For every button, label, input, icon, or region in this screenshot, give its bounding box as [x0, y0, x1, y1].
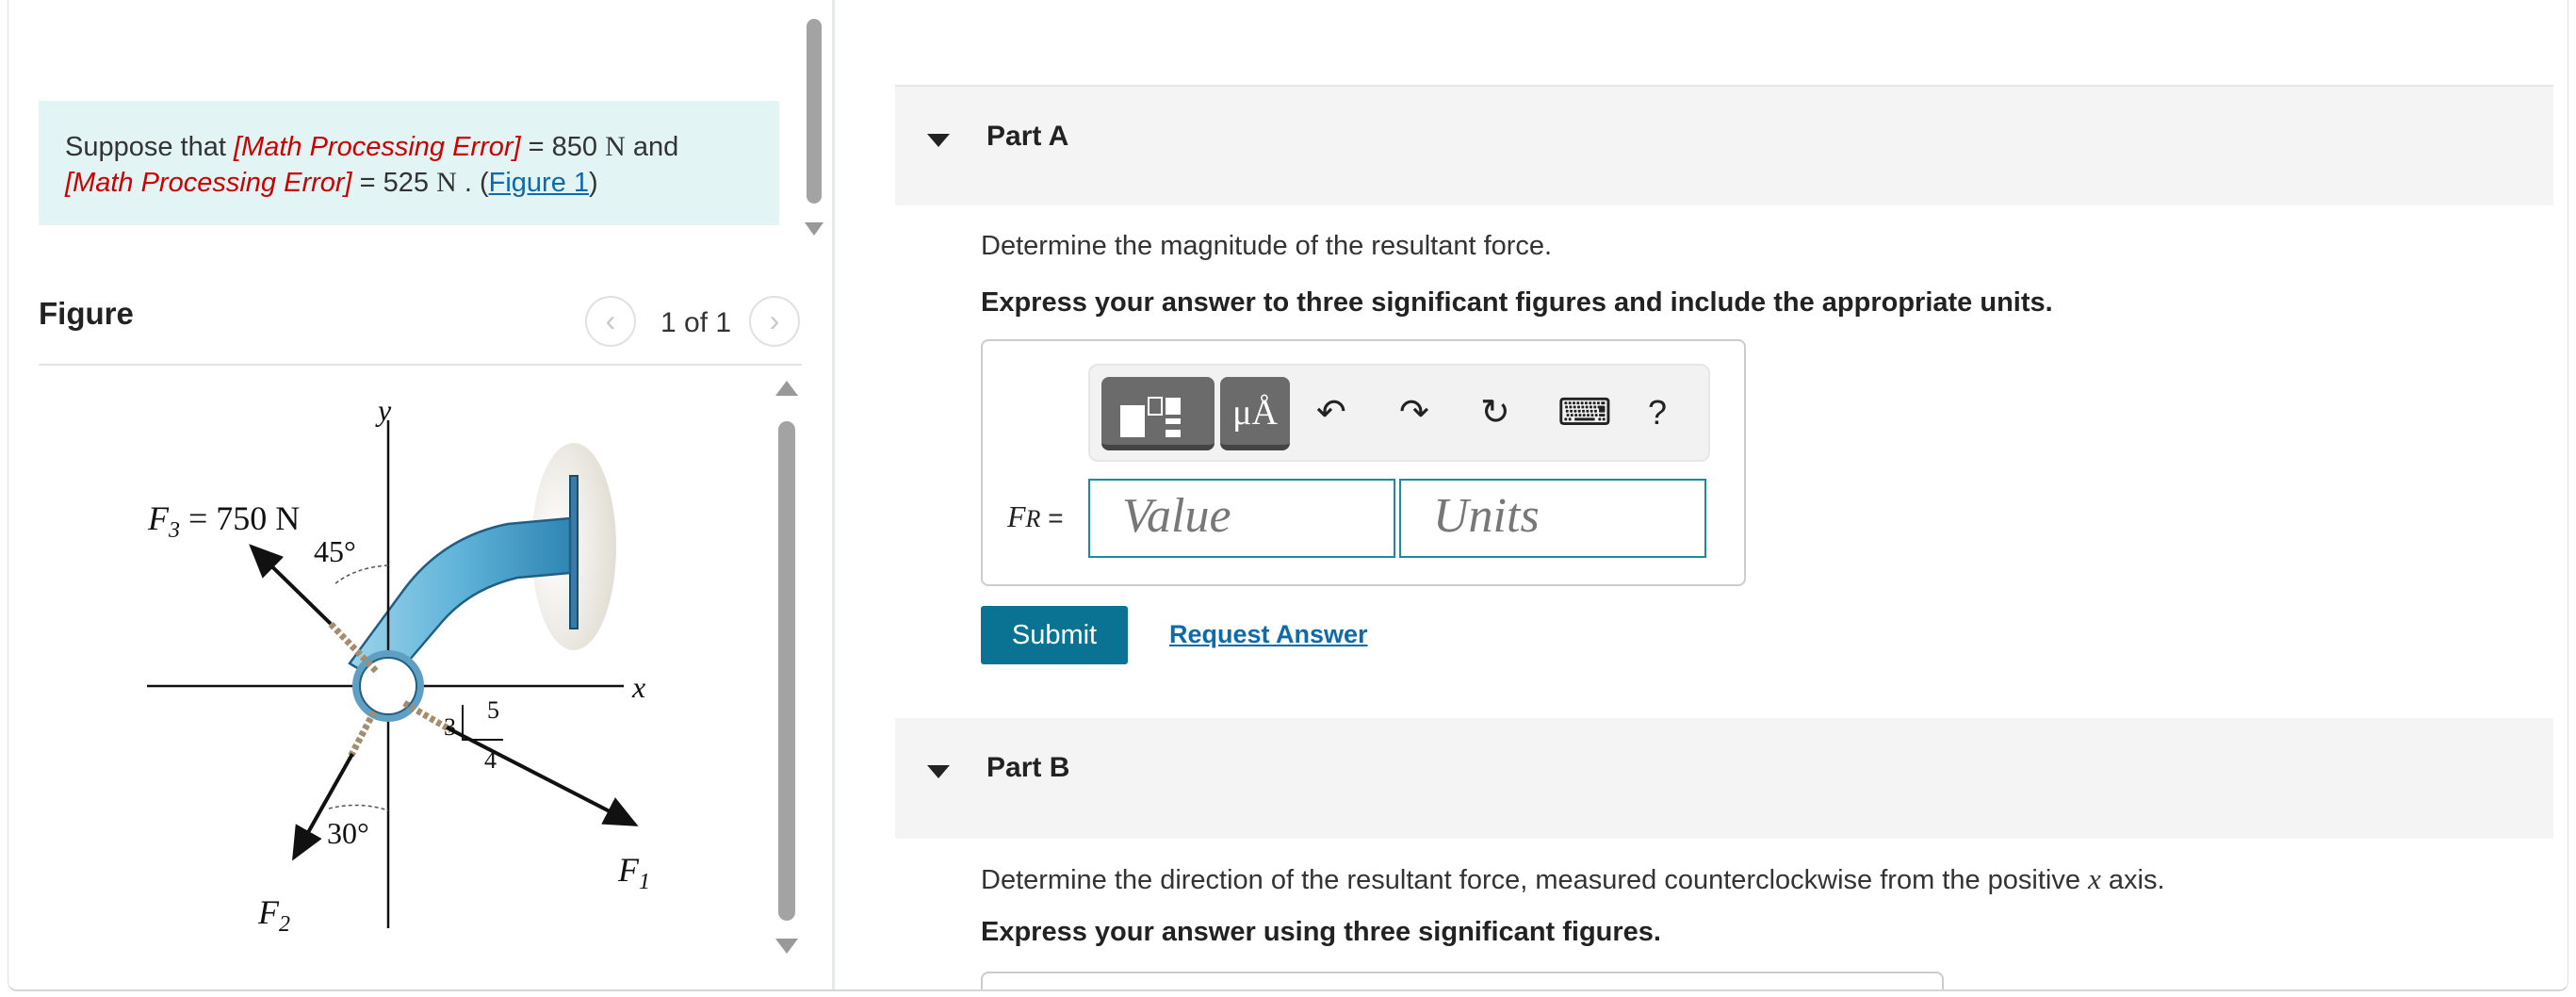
f2-rope: [346, 710, 378, 760]
part-b-header[interactable]: Part B: [895, 718, 2553, 839]
f1-arrow: [446, 726, 639, 826]
figure-scrollbar-thumb[interactable]: [778, 421, 795, 921]
page-frame: Suppose that [Math Processing Error] = 8…: [8, 0, 2568, 991]
unit-text-2: N: [436, 167, 457, 198]
redo-icon[interactable]: ↷: [1399, 394, 1429, 432]
unit-text-1: N: [605, 131, 626, 162]
templates-button[interactable]: [1101, 377, 1215, 450]
part-b-title: Part B: [986, 752, 1070, 783]
tri-label-3: 3: [444, 713, 456, 741]
problem-scroll-down-arrow[interactable]: [805, 222, 823, 236]
and-text: and: [625, 132, 679, 162]
close-paren: ): [589, 168, 598, 198]
request-answer-link[interactable]: Request Answer: [1169, 620, 1368, 649]
problem-scrollbar-thumb[interactable]: [807, 19, 822, 204]
math-toolbar: μÅ ↶ ↷ ↻ ⌨ ?: [1088, 364, 1710, 462]
f1-label: F1: [617, 851, 650, 894]
units-icon: μÅ: [1232, 393, 1278, 433]
left-pane: Suppose that [Math Processing Error] = 8…: [8, 0, 833, 989]
figure-scroll-up-arrow[interactable]: [775, 381, 798, 396]
submit-button[interactable]: Submit: [981, 606, 1128, 664]
units-button[interactable]: μÅ: [1220, 377, 1290, 450]
angle45-arc: [334, 564, 389, 585]
math-error-2: [Math Processing Error]: [65, 168, 352, 198]
problem-text: Suppose that: [65, 132, 234, 162]
part-a-instruction: Express your answer to three significant…: [981, 287, 2053, 318]
part-b-instruction: Express your answer using three signific…: [981, 917, 1661, 947]
f2-label: F2: [257, 893, 290, 937]
figure-next-button[interactable]: ›: [749, 296, 800, 347]
figure-separator: [39, 364, 802, 366]
part-b-answer-box: [981, 972, 1944, 989]
fr-label: FR =: [1007, 499, 1064, 533]
problem-statement: Suppose that [Math Processing Error] = 8…: [39, 101, 779, 225]
value-input[interactable]: Value: [1088, 479, 1395, 558]
figure-header: Figure: [39, 296, 134, 331]
part-a-question: Determine the magnitude of the resultant…: [981, 231, 1553, 261]
part-b-question: Determine the direction of the resultant…: [981, 862, 2165, 895]
caret-down-icon[interactable]: [927, 134, 950, 147]
figure-pager: 1 of 1: [660, 307, 732, 338]
figure-scroll-down-arrow[interactable]: [775, 939, 798, 954]
math-error-1: [Math Processing Error]: [233, 132, 521, 162]
keyboard-icon[interactable]: ⌨: [1557, 394, 1612, 432]
tail-text: . (: [456, 168, 489, 198]
value-text-1: = 850: [520, 132, 606, 162]
right-pane: Part A Determine the magnitude of the re…: [835, 0, 2568, 989]
part-a-title: Part A: [986, 121, 1069, 152]
f3-label: F3 = 750 N: [147, 499, 300, 543]
tri-label-4: 4: [484, 746, 497, 774]
tri-label-5: 5: [487, 696, 499, 724]
help-icon[interactable]: ?: [1648, 394, 1667, 432]
part-a-answer-box: μÅ ↶ ↷ ↻ ⌨ ? FR = Value Units: [981, 339, 1746, 586]
reset-icon[interactable]: ↻: [1480, 394, 1510, 432]
templates-icon: [1120, 397, 1181, 437]
units-input[interactable]: Units: [1399, 479, 1706, 558]
part-a-header[interactable]: Part A: [895, 85, 2553, 205]
value-text-2: = 525: [351, 168, 437, 198]
angle30-label: 30°: [327, 816, 369, 850]
force-diagram: y x F3 = 750 N 45° F1 5 4 3 F2 30°: [147, 393, 650, 937]
angle30-arc: [328, 804, 389, 811]
figure-prev-button[interactable]: ‹: [585, 296, 636, 347]
caret-down-icon[interactable]: [927, 765, 950, 778]
chevron-right-icon: ›: [769, 303, 780, 337]
y-axis-label: y: [375, 393, 392, 427]
angle45-label: 45°: [314, 534, 356, 568]
x-axis-label: x: [631, 670, 645, 704]
undo-icon[interactable]: ↶: [1316, 394, 1346, 432]
chevron-left-icon: ‹: [605, 303, 616, 337]
figure-link[interactable]: Figure 1: [489, 168, 589, 198]
